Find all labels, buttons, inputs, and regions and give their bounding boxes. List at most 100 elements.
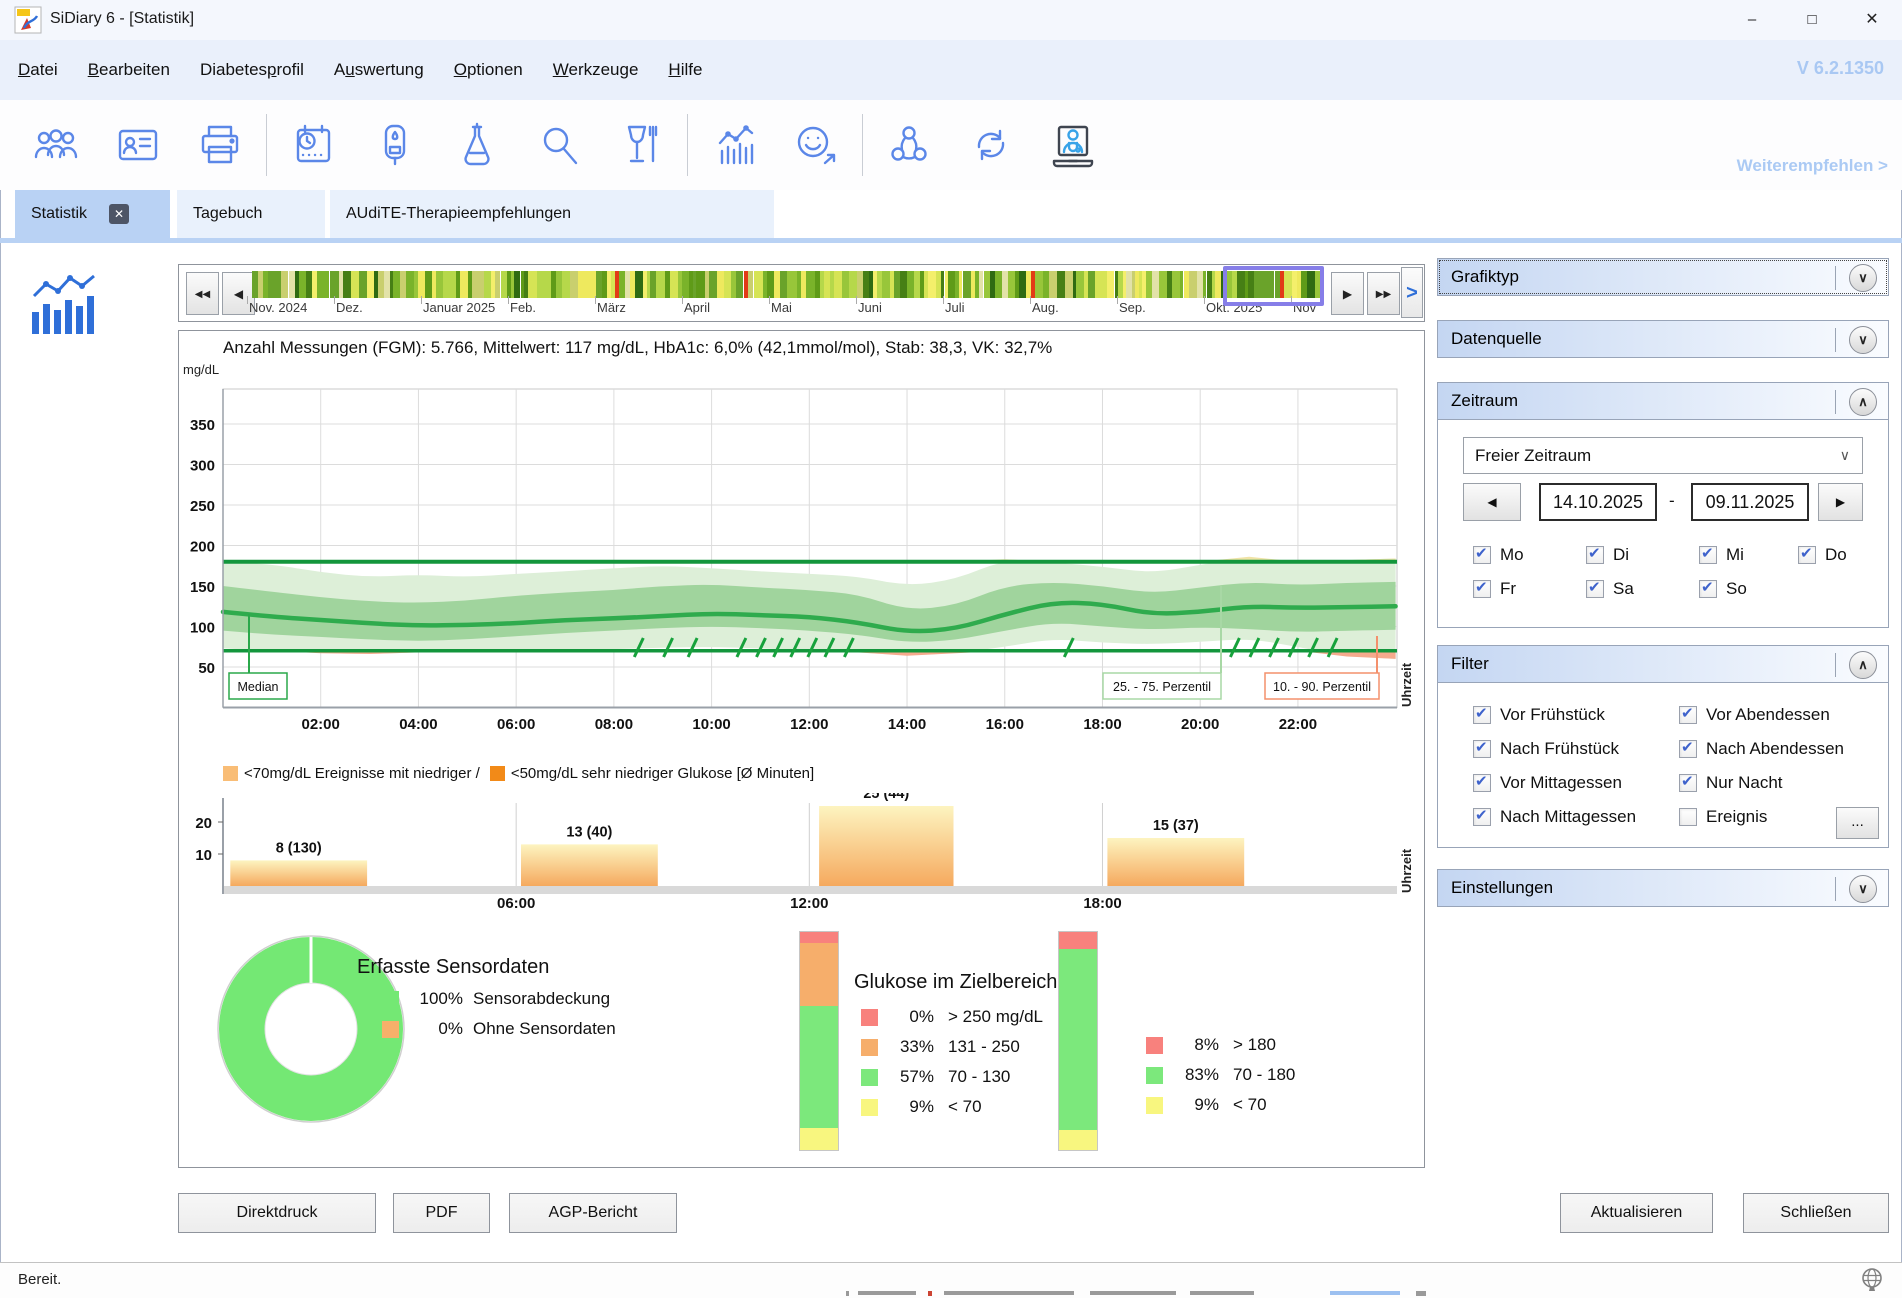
tab-tagebuch[interactable]: Tagebuch (177, 190, 325, 238)
agp-bericht-button[interactable]: AGP-Bericht (509, 1193, 677, 1233)
panel-header-filter[interactable]: Filter ∧ (1437, 645, 1889, 683)
hypo-bar-chart: 10208 (130)13 (40)25 (44)15 (37)06:0012:… (179, 793, 1424, 921)
pdf-button[interactable]: PDF (393, 1193, 490, 1233)
aktualisieren-button[interactable]: Aktualisieren (1560, 1193, 1713, 1233)
timeline-month-label: März (597, 300, 626, 315)
svg-text:12:00: 12:00 (790, 895, 828, 912)
weekday-checkbox[interactable]: ✔Sa (1586, 579, 1699, 599)
tab-statistik[interactable]: Statistik ✕ (15, 190, 170, 238)
time-in-range-bar-130 (799, 931, 839, 1151)
menu-item[interactable]: Bearbeiten (88, 60, 170, 80)
weekday-checkboxes: ✔Mo ✔Di ✔Mi ✔Do ✔Fr ✔Sa ✔So (1473, 545, 1847, 599)
patients-icon[interactable] (30, 119, 82, 171)
filter-more-button[interactable]: ... (1836, 807, 1879, 839)
chevron-up-icon[interactable]: ∧ (1849, 388, 1877, 416)
menu-item[interactable]: Datei (18, 60, 58, 80)
share-icon[interactable] (883, 119, 935, 171)
chevron-down-icon[interactable]: ∨ (1849, 875, 1877, 903)
agp-chart: 5010015020025030035002:0004:0006:0008:00… (179, 373, 1424, 735)
tab-audite[interactable]: AUdiTE-Therapieempfehlungen (330, 190, 774, 238)
weekday-checkbox[interactable]: ✔Fr (1473, 579, 1586, 599)
svg-text:25 (44): 25 (44) (863, 793, 909, 802)
timeline-selection-box[interactable] (1223, 266, 1324, 306)
meal-icon[interactable] (615, 119, 667, 171)
date-next-button[interactable]: ▶ (1818, 483, 1863, 521)
menu-item[interactable]: Optionen (454, 60, 523, 80)
version-label: V 6.2.1350 (1797, 58, 1884, 79)
panel-header-grafiktyp[interactable]: Grafiktyp ∨ (1437, 258, 1889, 296)
checkbox: ✔ (1473, 808, 1491, 826)
wellbeing-icon[interactable] (790, 119, 842, 171)
calendar-clock-icon[interactable] (287, 119, 339, 171)
menu-item[interactable]: Hilfe (668, 60, 702, 80)
timeline-last-button[interactable]: ▶▶ (1367, 272, 1400, 315)
menu-item[interactable]: Diabetesprofil (200, 60, 304, 80)
panel-header-einstellungen[interactable]: Einstellungen ∨ (1437, 869, 1889, 907)
filter-checkbox[interactable]: ✔Ereignis (1679, 807, 1844, 827)
status-text: Bereit. (18, 1271, 61, 1288)
profile-card-icon[interactable] (112, 119, 164, 171)
legend-row: 0%Ohne Sensordaten (382, 1019, 616, 1039)
menu-item[interactable]: Werkzeuge (553, 60, 639, 80)
chevron-down-icon[interactable]: ∨ (1849, 326, 1877, 354)
chevron-down-icon[interactable]: ∨ (1849, 264, 1877, 292)
lab-flask-icon[interactable] (451, 119, 503, 171)
recommend-link[interactable]: Weiterempfehlen > (1737, 156, 1888, 176)
window-title: SiDiary 6 - [Statistik] (50, 10, 194, 28)
zeitraum-panel: Freier Zeitraum ∨ ◀ 14.10.2025 - 09.11.2… (1437, 419, 1889, 628)
legend-item: <70mg/dL Ereignisse mit niedriger / (223, 765, 480, 782)
weekday-checkbox[interactable]: ✔Di (1586, 545, 1699, 565)
svg-text:10. - 90. Perzentil: 10. - 90. Perzentil (1273, 680, 1371, 694)
schliessen-button[interactable]: Schließen (1743, 1193, 1889, 1233)
zeitraum-type-select[interactable]: Freier Zeitraum ∨ (1463, 437, 1863, 474)
statistics-icon[interactable] (708, 119, 760, 171)
svg-text:20: 20 (195, 815, 212, 832)
filter-checkbox[interactable]: ✔Vor Mittagessen (1473, 773, 1636, 793)
timeline-next-button[interactable]: ▶ (1331, 272, 1364, 315)
filter-checkbox[interactable]: ✔Vor Frühstück (1473, 705, 1636, 725)
tab-close-icon[interactable]: ✕ (109, 204, 129, 224)
menu-item[interactable]: Auswertung (334, 60, 424, 80)
globe-icon[interactable] (1858, 1266, 1886, 1294)
close-button[interactable]: ✕ (1842, 0, 1902, 40)
chevron-up-icon[interactable]: ∧ (1849, 651, 1877, 679)
filter-checkboxes-right: ✔Vor Abendessen ✔Nach Abendessen ✔Nur Na… (1679, 705, 1844, 841)
weekday-checkbox[interactable]: ✔Mo (1473, 545, 1586, 565)
svg-text:Median: Median (238, 680, 279, 694)
maximize-button[interactable]: □ (1782, 0, 1842, 40)
weekday-checkbox[interactable]: ✔Mi (1699, 545, 1798, 565)
filter-checkbox[interactable]: ✔Nach Frühstück (1473, 739, 1636, 759)
tir-legend-180: 8%> 180 83%70 - 180 9%< 70 (1146, 1035, 1295, 1125)
checkbox: ✔ (1473, 774, 1491, 792)
svg-text:16:00: 16:00 (986, 716, 1024, 733)
direktdruck-button[interactable]: Direktdruck (178, 1193, 376, 1233)
glucose-meter-icon[interactable] (369, 119, 421, 171)
hypo-legend: <70mg/dL Ereignisse mit niedriger / <50m… (223, 765, 814, 782)
search-icon[interactable] (533, 119, 585, 171)
date-to-field[interactable]: 09.11.2025 (1691, 483, 1809, 521)
svg-text:250: 250 (190, 498, 215, 515)
sync-icon[interactable] (965, 119, 1017, 171)
filter-checkbox[interactable]: ✔Nur Nacht (1679, 773, 1844, 793)
filter-checkbox[interactable]: ✔Nach Mittagessen (1473, 807, 1636, 827)
weekday-checkbox[interactable]: ✔Do (1798, 545, 1847, 565)
toolbar-separator (266, 114, 267, 176)
minimize-button[interactable]: – (1722, 0, 1782, 40)
printer-icon[interactable] (194, 119, 246, 171)
menu-bar: Datei Bearbeiten Diabetesprofil Auswertu… (0, 40, 1902, 100)
telemedicine-icon[interactable] (1047, 119, 1099, 171)
chevron-down-icon: ∨ (1840, 438, 1850, 473)
toolbar: Weiterempfehlen > (0, 100, 1902, 190)
checkbox: ✔ (1473, 706, 1491, 724)
svg-text:Uhrzeit: Uhrzeit (1399, 848, 1414, 893)
weekday-checkbox[interactable]: ✔So (1699, 579, 1798, 599)
filter-checkbox[interactable]: ✔Vor Abendessen (1679, 705, 1844, 725)
timeline-expand-button[interactable]: > (1401, 267, 1423, 318)
panel-header-zeitraum[interactable]: Zeitraum ∧ (1437, 382, 1889, 420)
svg-text:10:00: 10:00 (692, 716, 730, 733)
sensor-legend: 100%Sensorabdeckung 0%Ohne Sensordaten (382, 989, 616, 1049)
filter-checkbox[interactable]: ✔Nach Abendessen (1679, 739, 1844, 759)
date-prev-button[interactable]: ◀ (1463, 483, 1521, 521)
date-from-field[interactable]: 14.10.2025 (1539, 483, 1657, 521)
panel-header-datenquelle[interactable]: Datenquelle ∨ (1437, 320, 1889, 358)
